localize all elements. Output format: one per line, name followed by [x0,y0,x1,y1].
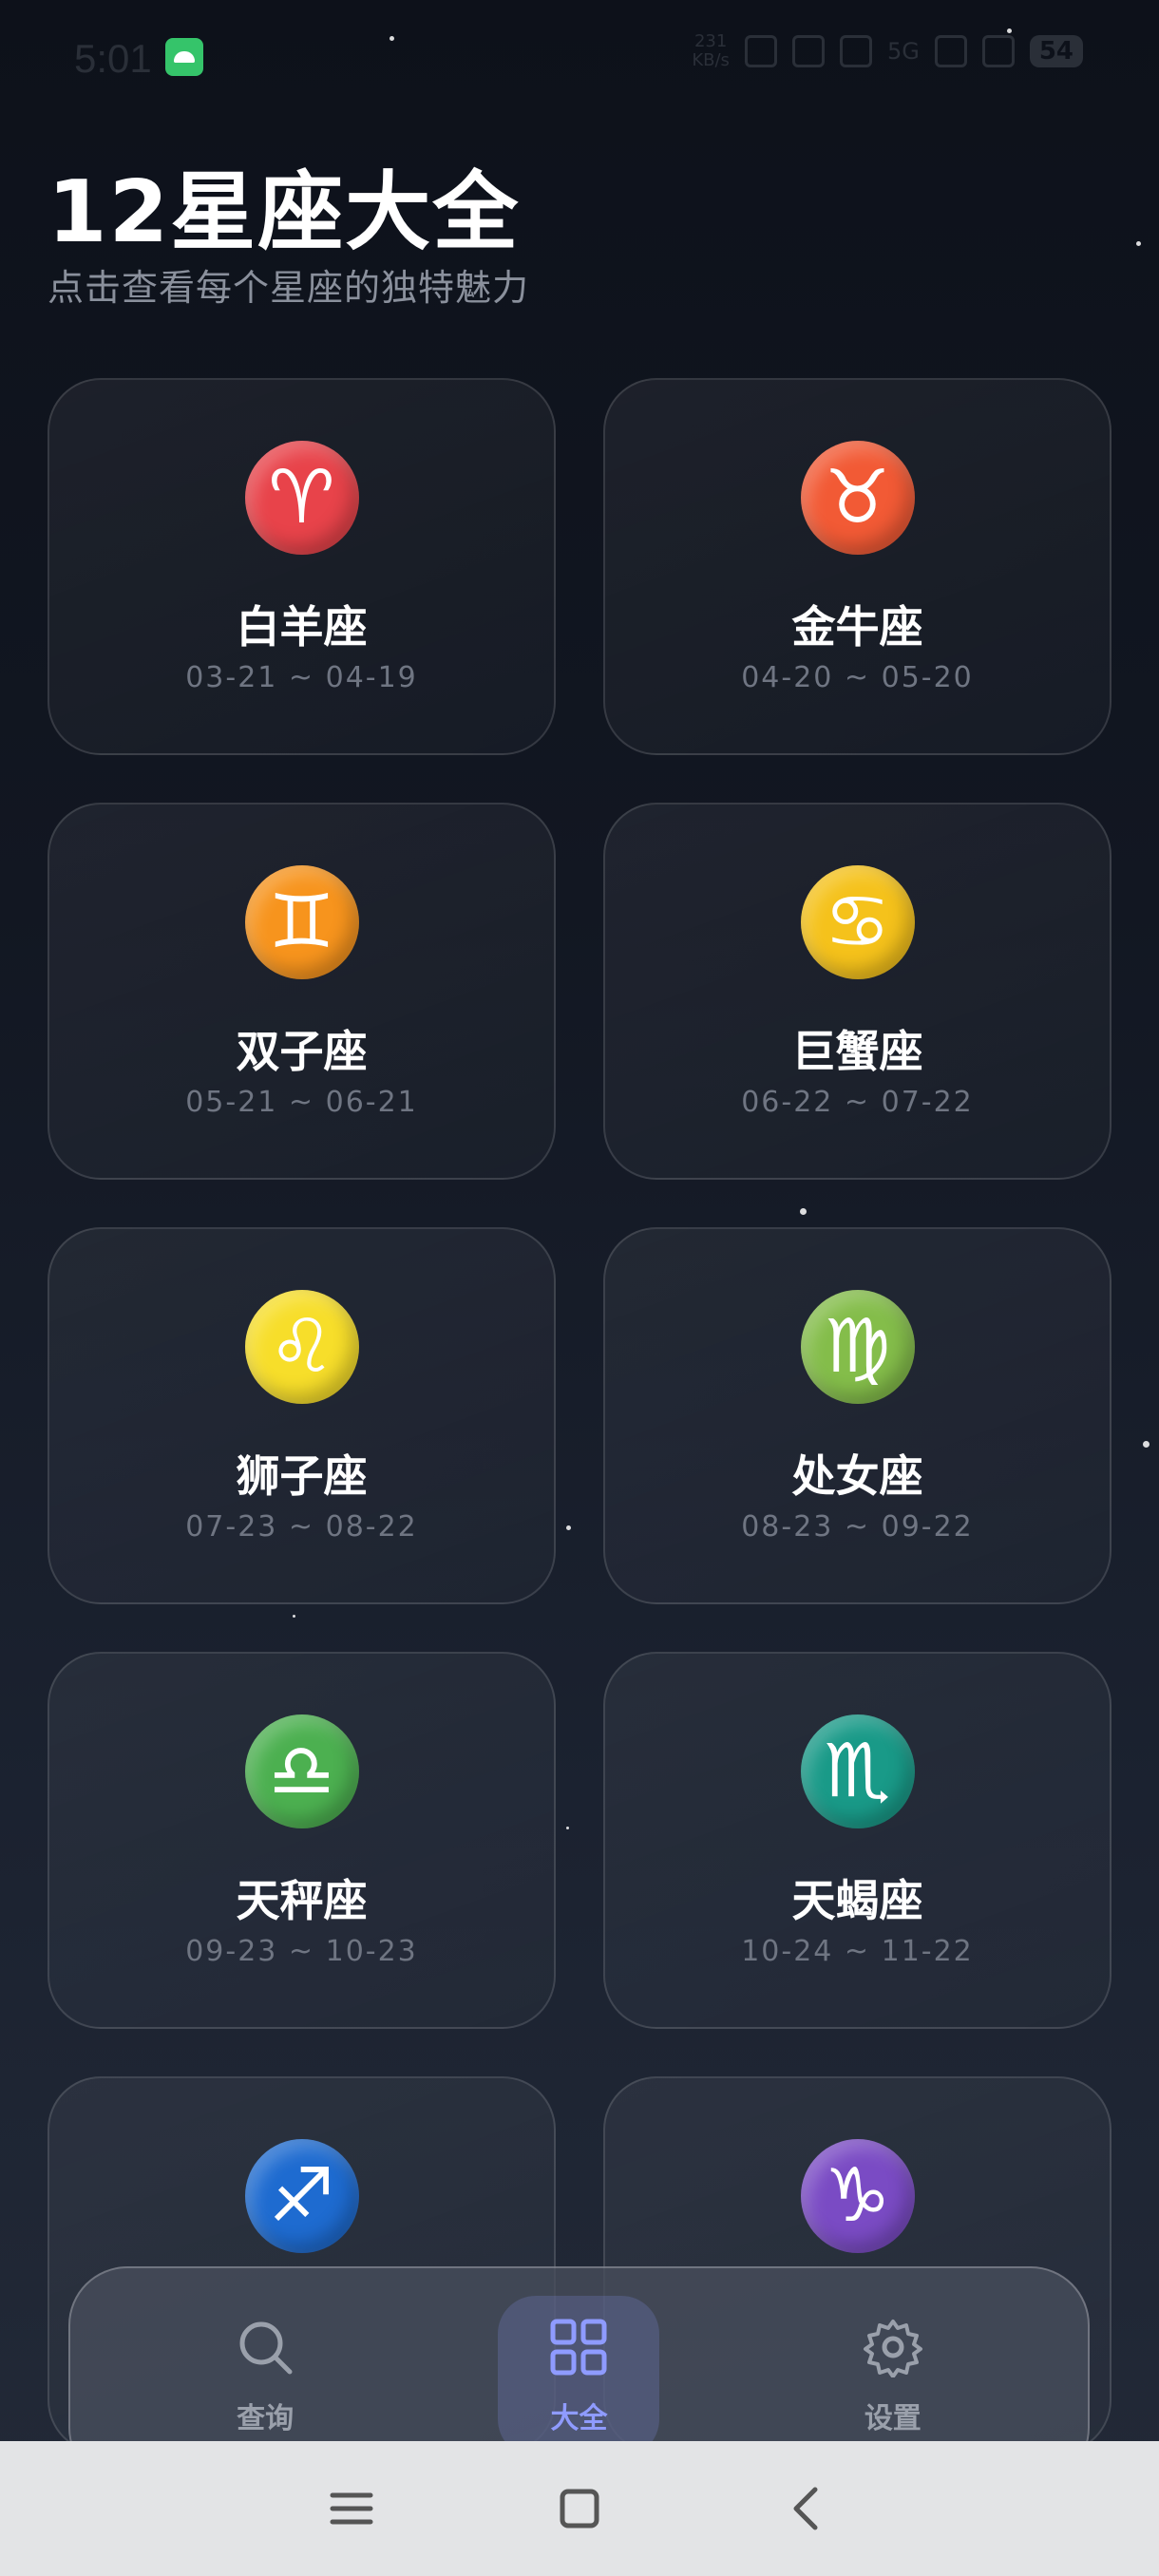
gemini-icon: ♊ [244,865,359,979]
zodiac-dates: 04-20 ~ 05-20 [741,661,974,694]
zodiac-name: 白羊座 [236,601,368,653]
status-time: 5:01 [74,36,152,81]
nav-search-label: 查询 [237,2402,294,2435]
zodiac-card-leo[interactable]: ♌ 狮子座 07-23 ~ 08-22 [48,1227,556,1604]
back-icon[interactable] [779,2480,836,2537]
signal-bars-icon [934,35,967,67]
zodiac-name: 巨蟹座 [791,1026,923,1077]
libra-icon: ♎ [244,1714,359,1828]
taurus-icon: ♉ [800,441,915,555]
zodiac-card-gemini[interactable]: ♊ 双子座 05-21 ~ 06-21 [48,803,556,1180]
page-title: 12星座大全 [48,162,521,262]
home-icon[interactable] [551,2480,608,2537]
zodiac-dates: 06-22 ~ 07-22 [741,1086,974,1119]
zodiac-name: 处女座 [791,1450,923,1502]
network-type: 5G [886,38,920,65]
capricorn-icon: ♑ [800,2139,915,2253]
scorpio-icon: ♏ [800,1714,915,1828]
cancer-icon: ♋ [800,865,915,979]
nav-all-label: 大全 [550,2402,608,2435]
virgo-icon: ♍ [800,1290,915,1404]
zodiac-name: 双子座 [236,1026,368,1077]
zodiac-grid: ♈ 白羊座 03-21 ~ 04-19 ♉ 金牛座 04-20 ~ 05-20 … [48,378,1112,2453]
sagittarius-icon: ♐ [244,2139,359,2253]
zodiac-dates: 03-21 ~ 04-19 [185,661,418,694]
status-bar: 5:01 231 KB/s 5G 54 [0,0,1159,114]
zodiac-name: 天秤座 [236,1875,368,1926]
aries-icon: ♈ [244,441,359,555]
nav-settings[interactable]: 设置 [812,2296,974,2457]
zodiac-card-libra[interactable]: ♎ 天秤座 09-23 ~ 10-23 [48,1652,556,2029]
nav-search[interactable]: 查询 [184,2296,346,2457]
battery-indicator: 54 [1029,35,1083,67]
zodiac-name: 金牛座 [791,601,923,653]
menu-icon[interactable] [323,2480,380,2537]
zodiac-dates: 09-23 ~ 10-23 [185,1935,418,1968]
mute-icon [791,35,825,67]
bluetooth-icon [744,35,777,67]
page-subtitle: 点击查看每个星座的独特魅力 [48,267,530,309]
system-navigation-bar [0,2441,1159,2576]
wifi-icon [981,35,1015,67]
search-icon [239,2321,293,2375]
zodiac-card-taurus[interactable]: ♉ 金牛座 04-20 ~ 05-20 [603,378,1112,755]
network-speed: 231 KB/s [692,31,730,70]
zodiac-card-aries[interactable]: ♈ 白羊座 03-21 ~ 04-19 [48,378,556,755]
zodiac-name: 狮子座 [236,1450,368,1502]
gear-icon [863,2320,922,2377]
zodiac-dates: 07-23 ~ 08-22 [185,1510,418,1544]
zodiac-card-scorpio[interactable]: ♏ 天蝎座 10-24 ~ 11-22 [603,1652,1112,2029]
zodiac-dates: 05-21 ~ 06-21 [185,1086,418,1119]
signal-icon [839,35,872,67]
zodiac-dates: 10-24 ~ 11-22 [741,1935,974,1968]
zodiac-card-virgo[interactable]: ♍ 处女座 08-23 ~ 09-22 [603,1227,1112,1604]
leo-icon: ♌ [244,1290,359,1404]
zodiac-name: 天蝎座 [791,1875,923,1926]
nav-all[interactable]: 大全 [498,2296,660,2457]
grid-icon [550,2319,607,2376]
android-notification-icon [165,38,203,76]
nav-settings-label: 设置 [864,2402,922,2435]
zodiac-card-cancer[interactable]: ♋ 巨蟹座 06-22 ~ 07-22 [603,803,1112,1180]
zodiac-dates: 08-23 ~ 09-22 [741,1510,974,1544]
